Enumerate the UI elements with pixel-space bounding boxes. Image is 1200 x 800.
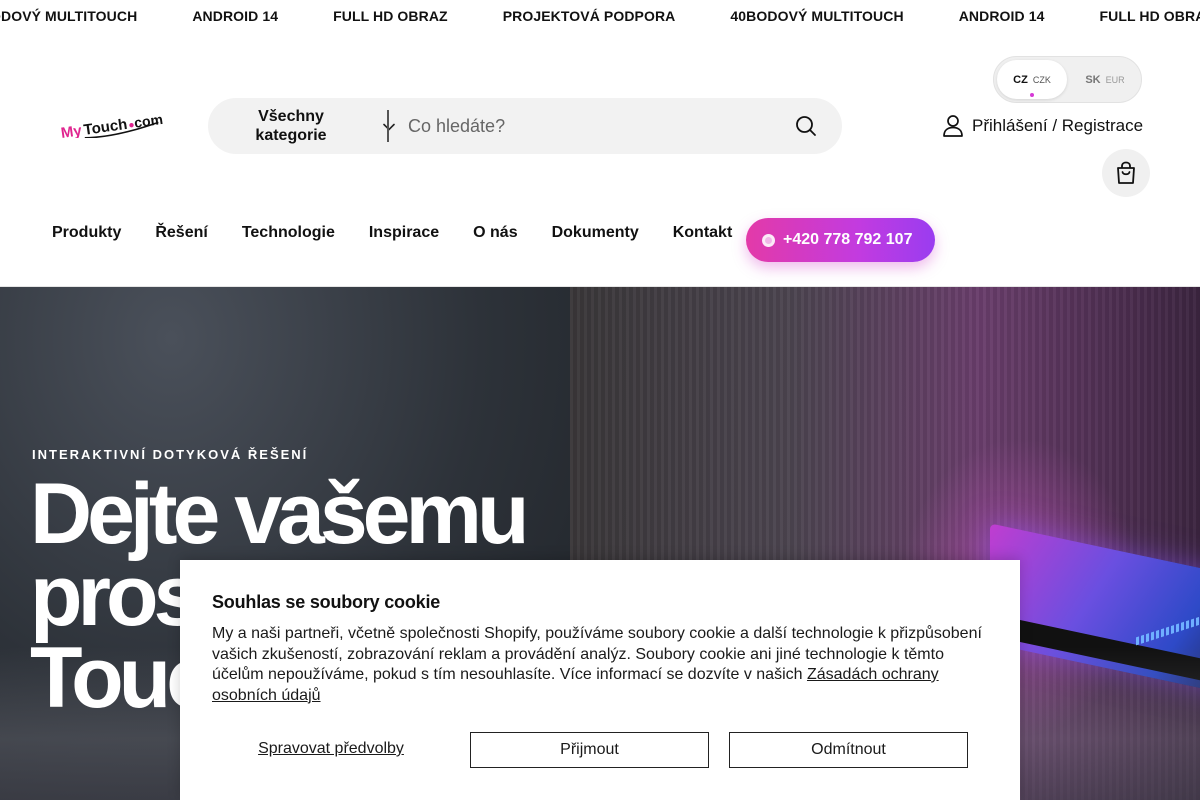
search-icon[interactable] — [794, 114, 818, 138]
currency-option-cz[interactable]: CZ CZK — [997, 60, 1067, 99]
account-link[interactable]: Přihlášení / Registrace — [942, 114, 1143, 138]
currency-code: CZ — [1013, 73, 1028, 86]
nav-item-inspirace[interactable]: Inspirace — [369, 224, 439, 242]
manage-preferences-link[interactable]: Spravovat předvolby — [212, 732, 450, 766]
currency-unit: EUR — [1105, 74, 1125, 85]
user-icon — [943, 115, 963, 137]
cookie-title: Souhlas se soubory cookie — [212, 592, 441, 612]
chevron-down-icon — [383, 123, 395, 131]
category-select-label: Všechny kategorie — [255, 108, 327, 144]
decline-button[interactable]: Odmítnout — [729, 732, 968, 768]
active-indicator-dot — [1030, 93, 1034, 97]
svg-text:My: My — [60, 122, 84, 138]
ticker-item: FULL HD OBRA — [1099, 8, 1200, 24]
cookie-consent-dialog: Souhlas se soubory cookie My a naši part… — [180, 560, 1020, 800]
ticker-item: 40BODOVÝ MULTITOUCH — [730, 8, 904, 24]
nav-item-o-nas[interactable]: O nás — [473, 224, 517, 242]
search-bar: Všechny kategorie — [208, 98, 842, 154]
hero-title-line: Dejte vašemu — [30, 466, 530, 562]
currency-switcher: CZ CZK SK EUR — [993, 56, 1142, 103]
site-logo[interactable]: My Touch com — [58, 108, 164, 142]
ticker-item: FULL HD OBRAZ — [333, 8, 448, 24]
phone-number: +420 778 792 107 — [783, 231, 913, 248]
cart-button[interactable] — [1102, 149, 1150, 197]
pulse-dot-icon — [762, 233, 775, 247]
currency-code: SK — [1085, 73, 1101, 86]
hero-eyebrow: INTERAKTIVNÍ DOTYKOVÁ ŘEŠENÍ — [32, 447, 309, 462]
nav-item-produkty[interactable]: Produkty — [52, 224, 121, 242]
category-select[interactable]: Všechny kategorie — [236, 106, 396, 146]
search-input[interactable] — [398, 106, 778, 146]
main-nav: Produkty Řešení Technologie Inspirace O … — [52, 224, 732, 242]
phone-button[interactable]: +420 778 792 107 — [746, 218, 935, 262]
mytouch-logo-icon: My Touch com — [60, 111, 164, 142]
currency-unit: CZK — [1032, 74, 1051, 85]
nav-item-reseni[interactable]: Řešení — [155, 224, 207, 242]
svg-text:Touch: Touch — [83, 116, 129, 138]
nav-item-technologie[interactable]: Technologie — [242, 224, 335, 242]
announcement-ticker: ODOVÝ MULTITOUCH ANDROID 14 FULL HD OBRA… — [0, 0, 1200, 32]
ticker-item: ANDROID 14 — [192, 8, 279, 24]
currency-option-sk[interactable]: SK EUR — [1070, 60, 1140, 99]
cookie-text: My a naši partneři, včetně společnosti S… — [212, 624, 997, 706]
ticker-item: ANDROID 14 — [958, 8, 1045, 24]
nav-item-kontakt[interactable]: Kontakt — [673, 224, 733, 242]
nav-item-dokumenty[interactable]: Dokumenty — [552, 224, 639, 242]
ticker-item: PROJEKTOVÁ PODPORA — [502, 8, 676, 24]
account-label: Přihlášení / Registrace — [972, 116, 1144, 135]
shopping-bag-icon — [1117, 161, 1135, 184]
svg-text:com: com — [133, 111, 164, 131]
search-divider — [387, 110, 389, 142]
ticker-item: ODOVÝ MULTITOUCH — [0, 8, 138, 24]
accept-button[interactable]: Přijmout — [470, 732, 709, 768]
